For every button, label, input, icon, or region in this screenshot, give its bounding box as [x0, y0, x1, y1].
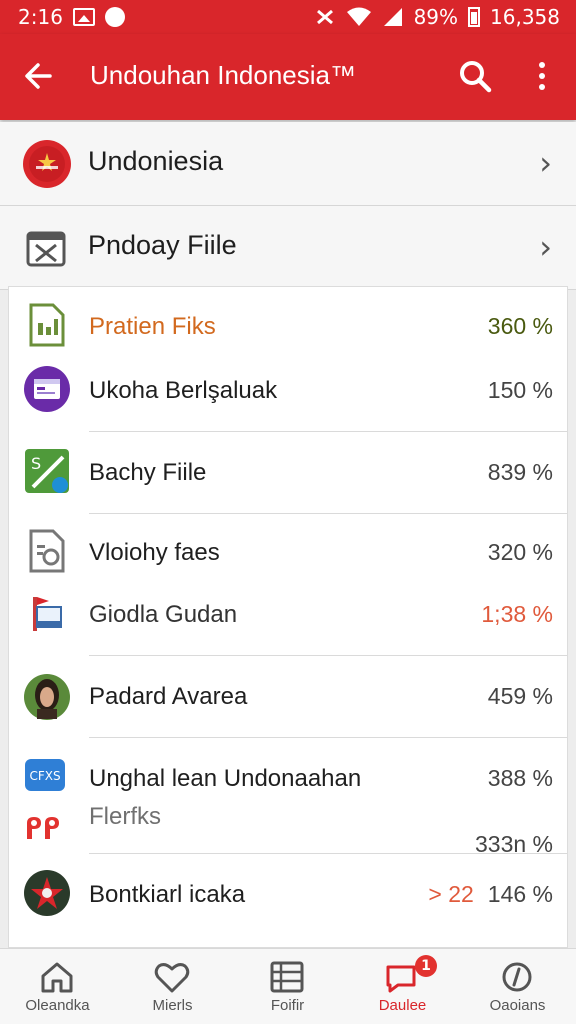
nav-item-options[interactable]: Oaoians: [460, 949, 575, 1024]
nav-label: Oaoians: [489, 997, 546, 1014]
item-label: Flerfks: [89, 803, 161, 830]
app-window-icon: [23, 365, 71, 413]
double-p-icon: [23, 809, 71, 849]
item-label: Vloiohy faes: [89, 539, 220, 566]
nav-item-home[interactable]: Oleandka: [0, 949, 115, 1024]
divider: [89, 737, 567, 738]
page-title: Undouhan Indonesia™: [90, 60, 356, 90]
settings-file-icon: [23, 527, 71, 575]
item-value: 388 %: [487, 765, 553, 791]
battery-icon: [468, 7, 481, 27]
svg-text:CFXS: CFXS: [29, 769, 60, 783]
flag-badge-icon: [22, 139, 72, 189]
divider: [89, 513, 567, 514]
search-icon[interactable]: [455, 56, 495, 96]
row-label: Undoniesia: [88, 146, 224, 176]
status-clock: 16,358: [490, 5, 560, 29]
back-arrow-icon[interactable]: [18, 56, 58, 96]
divider: [89, 431, 567, 432]
image-file-icon: [22, 223, 72, 273]
item-value-text: 146 %: [487, 881, 553, 907]
vibrate-icon: [316, 9, 333, 25]
chevron-right-icon: ›: [539, 144, 552, 182]
bottom-navigation: Oleandka Mierls Foifir 1 Daulee Oaoians: [0, 948, 576, 1024]
row-pndoay-file[interactable]: Pndoay Fiile ›: [0, 206, 576, 290]
item-value: 150 %: [487, 377, 553, 403]
list-icon: [270, 961, 304, 993]
nav-label: Mierls: [152, 997, 193, 1014]
item-value: 459 %: [487, 683, 553, 709]
nav-label: Daulee: [378, 997, 427, 1014]
notification-dot-icon: [104, 7, 125, 27]
item-value: 839 %: [487, 459, 553, 485]
notification-badge: 1: [415, 955, 437, 977]
star-badge-icon: [23, 869, 71, 917]
nav-label: Oleandka: [25, 997, 90, 1014]
status-time: 2:16: [18, 5, 63, 29]
item-label: Ukoha Berlşaluak: [89, 377, 278, 404]
nav-label: Foifir: [270, 997, 305, 1014]
item-value: 320 %: [487, 539, 553, 565]
nav-item-downloads[interactable]: 1 Daulee: [345, 949, 460, 1024]
app-bar: Undouhan Indonesia™: [0, 34, 576, 120]
overflow-menu-icon[interactable]: [522, 56, 562, 96]
avatar: [23, 673, 71, 721]
item-value: > 22 146 %: [428, 881, 553, 908]
item-label: Padard Avarea: [89, 683, 248, 710]
chevron-right-icon: ›: [539, 228, 552, 266]
item-label: Bontkiarl icaka: [89, 881, 246, 908]
nav-item-files[interactable]: Foifir: [230, 949, 345, 1024]
item-value: 360 %: [487, 313, 553, 339]
item-value: 1;38 %: [481, 601, 553, 627]
spreadsheet-icon: S: [23, 447, 71, 495]
item-label: Pratien Fiks: [89, 313, 216, 340]
divider: [89, 853, 567, 854]
wifi-icon: [346, 7, 371, 26]
file-list: Pratien Fiks 360 % Ukoha Berlşaluak 150 …: [8, 286, 568, 948]
circle-icon: [502, 962, 532, 992]
row-label: Pndoay Fiile: [88, 230, 237, 260]
item-extra: > 22: [428, 881, 474, 907]
item-label: Bachy Fiile: [89, 459, 207, 486]
battery-percent: 89%: [413, 5, 459, 29]
row-undoniesia[interactable]: Undoniesia ›: [0, 122, 576, 206]
gallery-notification-icon: [72, 8, 95, 26]
divider: [89, 655, 567, 656]
heart-icon: [154, 963, 190, 993]
flag-icon: [23, 589, 71, 637]
home-icon: [41, 962, 73, 993]
status-bar: 2:16 89% 16,358: [0, 0, 576, 34]
svg-text:S: S: [31, 454, 41, 473]
item-label: Giodla Gudan: [89, 601, 238, 628]
document-icon: [23, 301, 71, 349]
cfxs-app-icon: CFXS: [23, 757, 71, 797]
signal-icon: [383, 8, 402, 26]
nav-item-favorites[interactable]: Mierls: [115, 949, 230, 1024]
item-label: Unghal lean Undonaahan: [89, 765, 362, 792]
